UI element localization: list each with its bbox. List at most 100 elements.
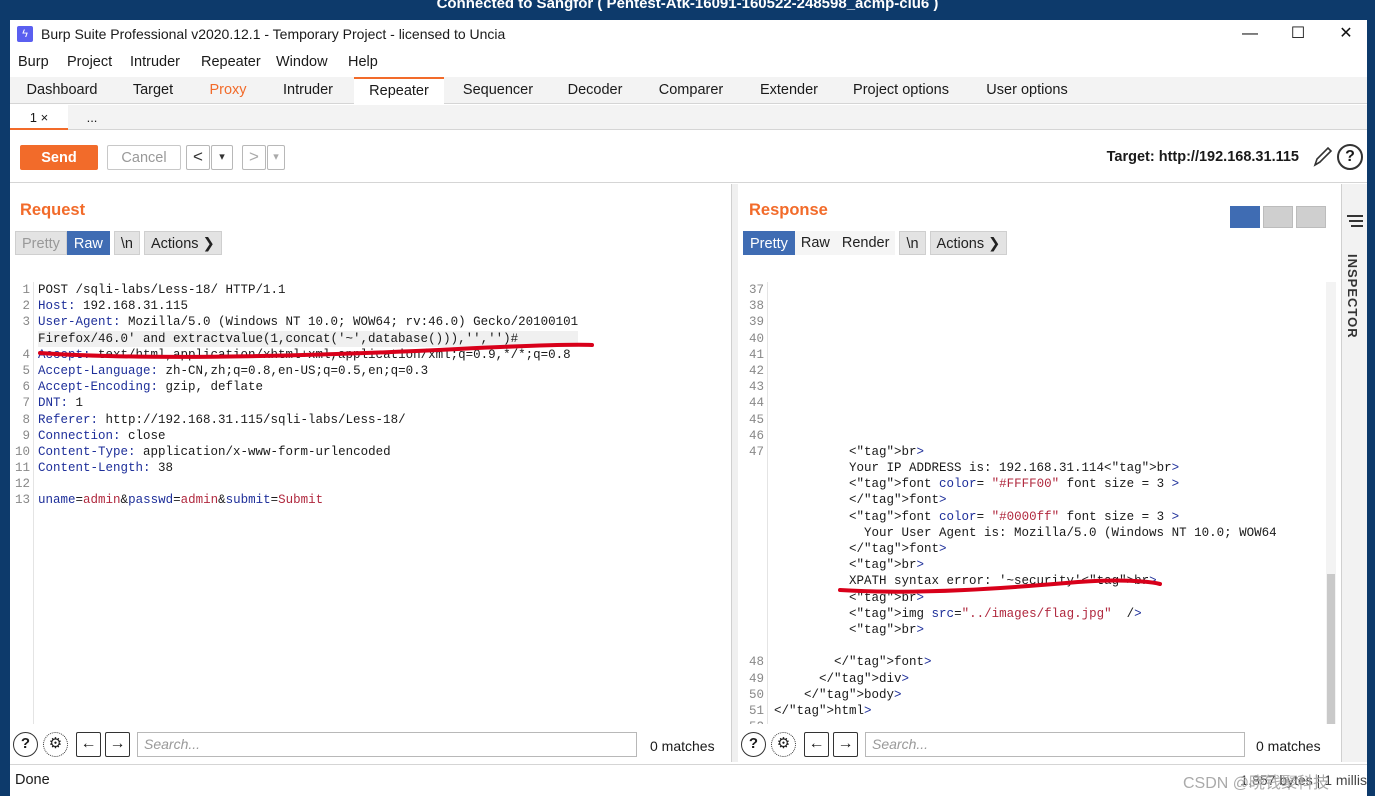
response-actions-menu[interactable]: Actions ❯	[929, 231, 1008, 255]
request-line[interactable]: Accept-Language: zh-CN,zh;q=0.8,en-US;q=…	[38, 363, 578, 379]
close-window-button[interactable]: ✕	[1326, 22, 1366, 46]
request-line[interactable]: Firefox/46.0' and extractvalue(1,concat(…	[38, 330, 579, 347]
tab-decoder[interactable]: Decoder	[556, 77, 634, 104]
next-match-button[interactable]: →	[833, 732, 858, 757]
response-newline-toggle[interactable]: \n	[899, 231, 926, 255]
request-line[interactable]: DNT: 1	[38, 395, 578, 411]
menu-project[interactable]: Project	[67, 54, 112, 70]
response-body[interactable]: <"tag">br> Your IP ADDRESS is: 192.168.3…	[774, 282, 1277, 724]
response-line[interactable]	[774, 428, 1277, 444]
menu-repeater[interactable]: Repeater	[201, 54, 261, 70]
response-line[interactable]: <"tag">font color= "#0000ff" font size =…	[774, 509, 1277, 525]
cancel-button[interactable]: Cancel	[107, 145, 181, 170]
send-button[interactable]: Send	[20, 145, 98, 170]
maximize-button[interactable]: ☐	[1278, 22, 1318, 46]
inspector-sidebar[interactable]: INSPECTOR	[1341, 184, 1367, 762]
settings-gear-icon[interactable]: ⚙	[43, 732, 68, 757]
response-line[interactable]: </"tag">font>	[774, 541, 1277, 557]
request-body[interactable]: POST /sqli-labs/Less-18/ HTTP/1.1 Host: 1…	[38, 282, 579, 509]
response-render-button[interactable]: Render	[835, 231, 896, 255]
response-line[interactable]: <"tag">br>	[774, 622, 1277, 638]
help-icon[interactable]: ?	[13, 732, 38, 757]
tab-sequencer[interactable]: Sequencer	[452, 77, 544, 104]
response-line[interactable]	[774, 719, 1277, 724]
response-line[interactable]: <"tag">img src="../images/flag.jpg" />	[774, 606, 1277, 622]
tab-project-options[interactable]: Project options	[840, 77, 962, 104]
request-line[interactable]: uname=admin&passwd=admin&submit=Submit	[38, 492, 578, 508]
response-line[interactable]: </"tag">body>	[774, 687, 1277, 703]
menu-help[interactable]: Help	[348, 54, 378, 70]
minimize-button[interactable]: —	[1230, 22, 1270, 46]
request-line[interactable]: Host: 192.168.31.115	[38, 298, 578, 314]
menu-intruder[interactable]: Intruder	[130, 54, 180, 70]
response-line[interactable]	[774, 638, 1277, 654]
response-line[interactable]: <"tag">br>	[774, 590, 1277, 606]
request-line[interactable]: Connection: close	[38, 428, 578, 444]
response-editor[interactable]: 3738394041424344454647484950515253 <"tag…	[738, 282, 1338, 724]
hamburger-menu-icon[interactable]	[1346, 214, 1364, 228]
tab-target[interactable]: Target	[116, 77, 190, 104]
response-line[interactable]	[774, 347, 1277, 363]
request-raw-button[interactable]: Raw	[66, 231, 110, 255]
forward-button[interactable]: >	[242, 145, 266, 170]
repeater-tab-1[interactable]: 1 ×	[10, 105, 68, 130]
back-button[interactable]: <	[186, 145, 210, 170]
repeater-tab-new[interactable]: ...	[72, 105, 112, 130]
response-line[interactable]: <"tag">br>	[774, 444, 1277, 460]
response-raw-button[interactable]: Raw	[794, 231, 836, 255]
layout-tabs-icon[interactable]	[1296, 206, 1326, 228]
settings-gear-icon[interactable]: ⚙	[771, 732, 796, 757]
back-history-dropdown[interactable]: ▾	[211, 145, 233, 170]
target-label[interactable]: Target: http://192.168.31.115	[1107, 149, 1299, 165]
response-line[interactable]	[774, 331, 1277, 347]
response-line[interactable]: </"tag">div>	[774, 671, 1277, 687]
request-line[interactable]: Content-Type: application/x-www-form-url…	[38, 444, 578, 460]
layout-side-by-side-icon[interactable]	[1230, 206, 1260, 228]
request-line[interactable]: Accept: text/html,application/xhtml+xml,…	[38, 347, 578, 363]
help-icon[interactable]: ?	[1337, 144, 1363, 170]
request-line[interactable]: User-Agent: Mozilla/5.0 (Windows NT 10.0…	[38, 314, 578, 330]
request-newline-toggle[interactable]: \n	[113, 231, 140, 255]
response-line[interactable]: XPATH syntax error: '~security'<"tag">br…	[774, 573, 1277, 589]
request-actions-menu[interactable]: Actions ❯	[143, 231, 222, 255]
response-line[interactable]: Your User Agent is: Mozilla/5.0 (Windows…	[774, 525, 1277, 541]
response-line[interactable]	[774, 363, 1277, 379]
menu-window[interactable]: Window	[276, 54, 328, 70]
next-match-button[interactable]: →	[105, 732, 130, 757]
response-line[interactable]: Your IP ADDRESS is: 192.168.31.114<"tag"…	[774, 460, 1277, 476]
tab-proxy[interactable]: Proxy	[196, 77, 260, 104]
inspector-label[interactable]: INSPECTOR	[1345, 254, 1360, 339]
request-editor[interactable]: 1 2 3 4 5 6 7 8 9 10 11 12 13 POST /sqli-labs/Less-1…	[10, 282, 731, 724]
response-search-input[interactable]: Search...	[865, 732, 1245, 757]
request-line[interactable]: Accept-Encoding: gzip, deflate	[38, 379, 578, 395]
response-line[interactable]	[774, 379, 1277, 395]
response-line[interactable]	[774, 298, 1277, 314]
response-line[interactable]: <"tag">br>	[774, 557, 1277, 573]
forward-history-dropdown[interactable]: ▾	[267, 145, 285, 170]
response-line[interactable]	[774, 395, 1277, 411]
pencil-edit-icon[interactable]	[1311, 145, 1333, 169]
tab-dashboard[interactable]: Dashboard	[14, 77, 110, 104]
response-pretty-button[interactable]: Pretty	[743, 231, 795, 255]
tab-comparer[interactable]: Comparer	[646, 77, 736, 104]
request-line[interactable]: Referer: http://192.168.31.115/sqli-labs…	[38, 412, 578, 428]
tab-repeater[interactable]: Repeater	[354, 77, 444, 104]
layout-stacked-icon[interactable]	[1263, 206, 1293, 228]
response-line[interactable]	[774, 314, 1277, 330]
response-vertical-scrollbar[interactable]	[1326, 282, 1336, 724]
request-search-input[interactable]: Search...	[137, 732, 637, 757]
response-line[interactable]	[774, 412, 1277, 428]
request-line[interactable]: POST /sqli-labs/Less-18/ HTTP/1.1	[38, 282, 578, 298]
tab-extender[interactable]: Extender	[748, 77, 830, 104]
response-line[interactable]: </"tag">html>	[774, 703, 1277, 719]
previous-match-button[interactable]: ←	[76, 732, 101, 757]
help-icon[interactable]: ?	[741, 732, 766, 757]
tab-user-options[interactable]: User options	[974, 77, 1080, 104]
request-line[interactable]	[38, 476, 578, 492]
menu-burp[interactable]: Burp	[18, 54, 49, 70]
response-line[interactable]: </"tag">font>	[774, 654, 1277, 670]
response-line[interactable]: <"tag">font color= "#FFFF00" font size =…	[774, 476, 1277, 492]
request-pretty-button[interactable]: Pretty	[15, 231, 67, 255]
tab-intruder[interactable]: Intruder	[268, 77, 348, 104]
response-line[interactable]: </"tag">font>	[774, 492, 1277, 508]
